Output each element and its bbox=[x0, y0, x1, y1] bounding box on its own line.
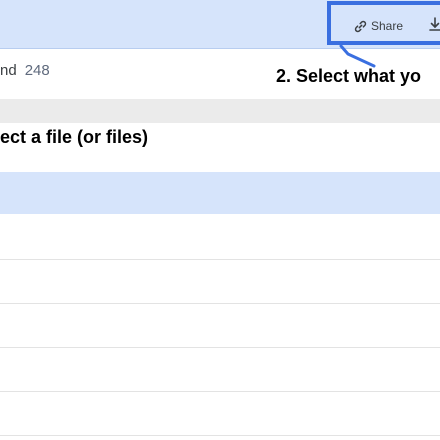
file-row[interactable] bbox=[0, 216, 440, 260]
file-row[interactable] bbox=[0, 304, 440, 348]
list-header bbox=[0, 99, 440, 123]
step2-annotation: 2. Select what yo bbox=[276, 66, 422, 86]
file-row[interactable] bbox=[0, 392, 440, 436]
step1-annotation: ect a file (or files) bbox=[0, 127, 149, 147]
file-row[interactable] bbox=[0, 348, 440, 392]
file-row[interactable] bbox=[0, 260, 440, 304]
file-count-value: 248 bbox=[24, 62, 50, 79]
selected-file-row[interactable] bbox=[0, 172, 440, 214]
file-browser-page: Share nd 248 2. Select what yo ect a file… bbox=[0, 0, 440, 440]
file-count-row: nd 248 bbox=[0, 62, 50, 79]
file-count-label: nd bbox=[0, 62, 17, 79]
annotation-highlight-box bbox=[327, 1, 440, 45]
